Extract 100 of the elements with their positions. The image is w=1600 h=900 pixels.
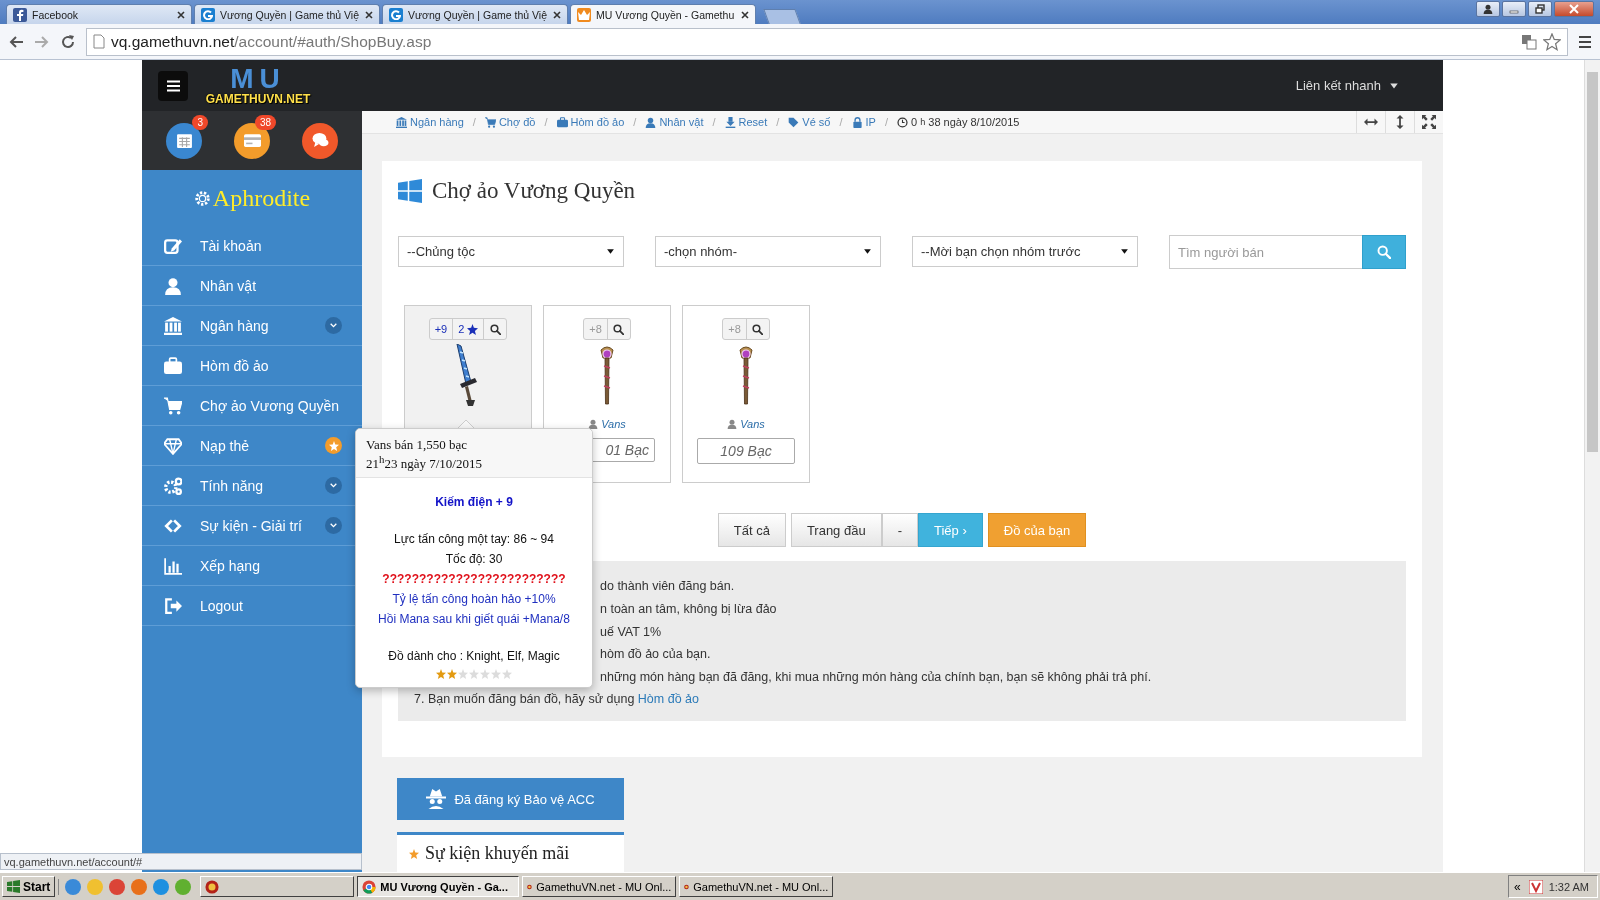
browser-tab[interactable]: Vương Quyền | Game thủ Việ bbox=[194, 4, 380, 24]
breadcrumb-separator: / bbox=[633, 116, 637, 129]
search-icon bbox=[1377, 245, 1391, 260]
page-title: Chợ ảo Vương Quyền bbox=[432, 178, 636, 205]
star-icon bbox=[469, 669, 479, 680]
item-stat: Đồ dành cho : Knight, Elf, Magic bbox=[388, 648, 560, 666]
taskbar-button[interactable]: GamethuVN.net - MU Onl... bbox=[679, 876, 834, 897]
g-logo-icon bbox=[389, 7, 403, 22]
spy-icon bbox=[426, 789, 447, 809]
reload-icon[interactable] bbox=[60, 33, 76, 50]
chat-button[interactable] bbox=[302, 122, 338, 159]
star-icon[interactable] bbox=[1543, 32, 1561, 51]
bar-chart-icon bbox=[164, 556, 182, 575]
address-bar[interactable]: vq.gamethuvn.net/account/#auth/ShopBuy.asp bbox=[86, 27, 1568, 56]
download-icon bbox=[724, 116, 736, 128]
close-icon[interactable] bbox=[177, 10, 185, 19]
url-text: vq.gamethuvn.net/account/#auth/ShopBuy.asp bbox=[111, 32, 433, 51]
quick-links-menu[interactable]: Liên kết nhanh bbox=[1291, 74, 1403, 97]
sidebar-item[interactable]: Chợ ảo Vương Quyền bbox=[142, 386, 362, 426]
item-card[interactable]: +8 Vans 109 Bạc bbox=[682, 305, 810, 484]
filter-dropdown[interactable]: --Chủng tộc bbox=[398, 236, 624, 268]
search-icon bbox=[489, 323, 501, 335]
menu-icon[interactable] bbox=[1578, 34, 1592, 49]
user-button[interactable] bbox=[1476, 1, 1500, 17]
v-logo-icon[interactable] bbox=[1528, 879, 1543, 894]
pager-button[interactable]: Tất cả bbox=[717, 513, 786, 548]
chevron-glyph-icon bbox=[329, 321, 338, 330]
chevron-glyph-icon bbox=[329, 481, 338, 490]
scrollbar-thumb[interactable] bbox=[1587, 72, 1598, 452]
count-badge: 38 bbox=[254, 114, 276, 130]
start-button[interactable]: Start bbox=[2, 876, 56, 897]
restore-button[interactable] bbox=[1528, 1, 1552, 17]
breadcrumb-separator: / bbox=[544, 116, 548, 129]
star-icon bbox=[480, 669, 490, 680]
filter-dropdown[interactable]: --Mời bạn chọn nhóm trước bbox=[912, 236, 1138, 268]
clock: 1:32 AM bbox=[1548, 880, 1589, 893]
logout-icon bbox=[164, 596, 182, 615]
seller-name: Vans bbox=[601, 418, 626, 431]
menu-button[interactable] bbox=[158, 70, 188, 101]
tag-icon bbox=[788, 116, 800, 128]
close-icon[interactable] bbox=[741, 10, 749, 19]
breadcrumb-separator: / bbox=[839, 116, 843, 129]
browser-tab[interactable]: Vương Quyền | Game thủ Việ bbox=[382, 4, 568, 24]
breadcrumb-link[interactable]: Chợ đồ bbox=[484, 116, 536, 129]
star-icon bbox=[447, 669, 457, 680]
level-tag[interactable]: +9 bbox=[429, 319, 454, 340]
fullscreen-icon bbox=[1422, 115, 1436, 130]
lock-icon bbox=[851, 116, 863, 128]
storage-link[interactable]: Hòm đồ ảo bbox=[637, 692, 699, 707]
sidebar-item[interactable]: Hòm đồ ảo bbox=[142, 346, 362, 386]
breadcrumb-link[interactable]: Nhân vật bbox=[645, 116, 704, 129]
star-icon bbox=[436, 669, 446, 680]
breadcrumb-link[interactable]: Hòm đồ ảo bbox=[556, 116, 625, 129]
menu-icon bbox=[166, 79, 180, 92]
tray-toggle[interactable]: « bbox=[1511, 879, 1523, 894]
seller-search-field[interactable]: Tìm người bán bbox=[1169, 235, 1362, 270]
breadcrumb-link[interactable]: Vé số bbox=[788, 116, 831, 129]
g-logo-icon bbox=[201, 7, 215, 22]
account-protection-button[interactable]: Đã đăng ký Bảo vệ ACC bbox=[397, 778, 624, 820]
translate-icon[interactable] bbox=[1521, 33, 1537, 50]
close-icon[interactable] bbox=[365, 10, 373, 19]
sidebar-item[interactable]: Ngân hàng bbox=[142, 306, 362, 346]
price-tag: 109 Bạc bbox=[697, 438, 795, 465]
rule-text: uế VAT 1% bbox=[600, 623, 662, 641]
taskbar-button[interactable]: MU Vương Quyền - Ga... bbox=[357, 876, 520, 897]
breadcrumb-link[interactable]: Reset bbox=[724, 116, 768, 129]
user-icon bbox=[645, 116, 657, 128]
back-icon[interactable] bbox=[8, 33, 24, 50]
search-icon bbox=[613, 323, 625, 335]
rule-text: n toàn an tâm, không bị lừa đảo bbox=[600, 601, 777, 619]
username: Aphrodite bbox=[212, 184, 311, 212]
browser-tab[interactable]: Facebook bbox=[6, 4, 192, 24]
chat-icon bbox=[311, 132, 329, 149]
rating-tag[interactable]: 2 bbox=[453, 319, 485, 340]
sidebar-item[interactable]: Tài khoản bbox=[142, 226, 362, 266]
breadcrumb-separator: / bbox=[712, 116, 716, 129]
close-icon[interactable] bbox=[553, 10, 561, 19]
sidebar-item[interactable]: Nhân vật bbox=[142, 266, 362, 306]
cart-icon bbox=[164, 396, 182, 415]
minimize-button[interactable] bbox=[1502, 1, 1526, 17]
rule-text: 7. Bạn muốn đăng bán đồ, hãy sử dụng Hòm đồ ảo bbox=[414, 691, 699, 709]
breadcrumb-link[interactable]: Ngân hàng bbox=[396, 116, 464, 129]
pager-button[interactable]: Tiếp › bbox=[918, 513, 983, 548]
user-icon bbox=[727, 419, 738, 430]
taskbar-button[interactable]: GamethuVN.net - MU Onl... bbox=[522, 876, 677, 897]
rule-text: do thành viên đăng bán. bbox=[600, 578, 735, 596]
briefcase-icon bbox=[164, 356, 182, 375]
item-stat: Lực tấn công một tay: 86 ~ 94 bbox=[394, 531, 554, 549]
pager-button[interactable]: Trang đầu bbox=[790, 513, 882, 548]
pager-button[interactable]: - bbox=[881, 513, 918, 548]
taskbar-button[interactable] bbox=[200, 876, 355, 897]
filter-dropdown[interactable]: -chọn nhóm- bbox=[655, 236, 881, 268]
card-icon bbox=[243, 132, 261, 149]
browser-tab[interactable]: MU Vương Quyền - Gamethu bbox=[570, 4, 756, 24]
pencil-square-icon bbox=[164, 236, 182, 255]
close-button[interactable] bbox=[1554, 1, 1594, 17]
breadcrumb-link[interactable]: IP bbox=[851, 116, 876, 129]
star-icon bbox=[491, 669, 501, 680]
item-stat: ????????????????????????? bbox=[382, 571, 566, 589]
page-icon bbox=[93, 34, 105, 49]
